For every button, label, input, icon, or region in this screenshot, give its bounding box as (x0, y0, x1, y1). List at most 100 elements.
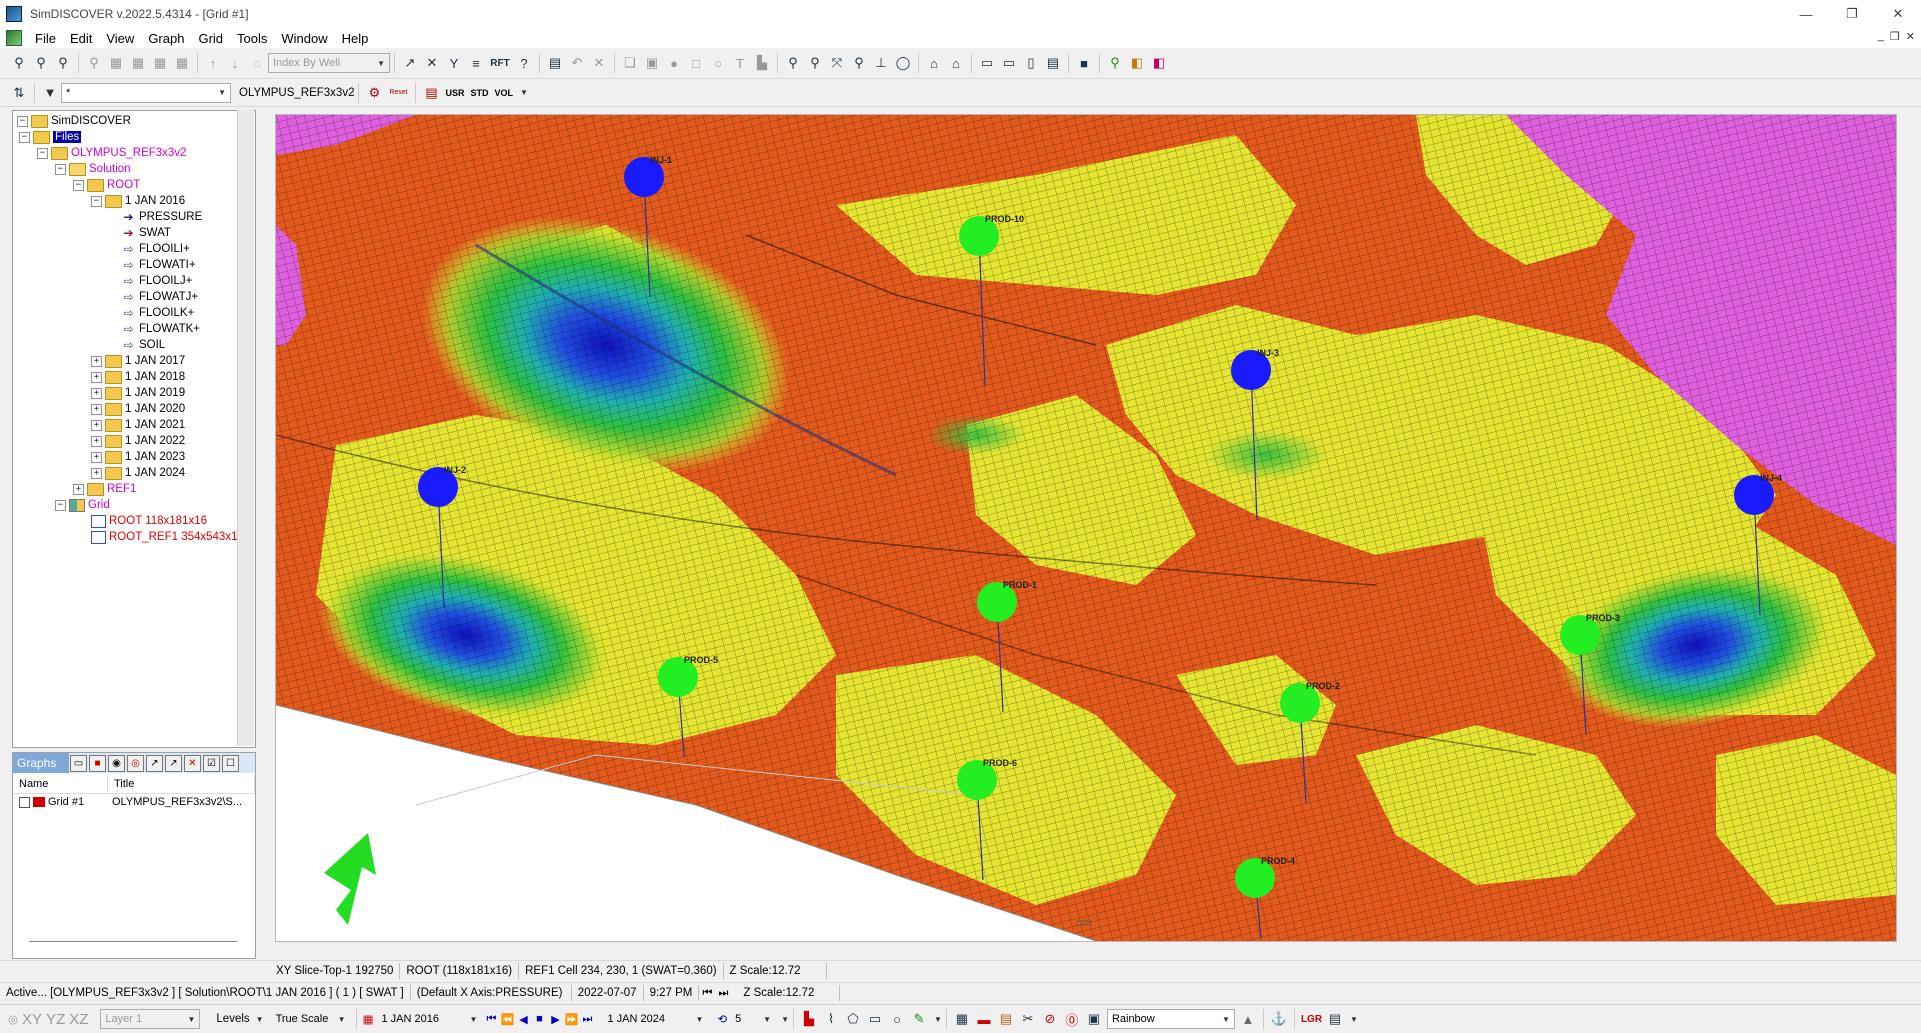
grid-icon[interactable]: ▦ (128, 53, 148, 73)
chart-help-icon[interactable]: ? (514, 53, 534, 73)
viewport-scrollbar[interactable] (1897, 114, 1909, 940)
cycle-icon[interactable]: ◌ (247, 53, 267, 73)
col-title[interactable]: Title (108, 775, 255, 793)
chart-line-icon[interactable]: ↗ (400, 53, 420, 73)
x-axis-icon[interactable]: ✕ (422, 53, 442, 73)
tree-solution[interactable]: − Solution (55, 161, 131, 177)
menu-graph[interactable]: Graph (141, 31, 191, 46)
end-date-dropdown[interactable]: 1 JAN 2024 ▼ (603, 1010, 707, 1028)
window-tile-icon[interactable]: ▭ (999, 53, 1019, 73)
start-date-dropdown[interactable]: 1 JAN 2016 ▼ (377, 1010, 481, 1028)
view-xy-button[interactable]: XY (22, 1011, 42, 1028)
hook-icon[interactable]: ⚓ (1269, 1009, 1289, 1029)
lines-icon[interactable]: ≡ (466, 53, 486, 73)
tree-ref1[interactable]: + REF1 (73, 481, 136, 497)
rft-button[interactable]: RFT (488, 53, 512, 73)
find-prev-icon[interactable]: ⚲ (53, 53, 73, 73)
minimize-button[interactable]: — (1783, 0, 1829, 28)
filter-dropdown[interactable]: * ▼ (61, 82, 231, 103)
paste-icon[interactable]: ▣ (642, 53, 662, 73)
chart-icon[interactable]: ↗ (146, 754, 163, 772)
record-icon[interactable]: ◉ (108, 754, 125, 772)
menu-file[interactable]: File (28, 31, 63, 46)
delete-icon[interactable]: ✕ (184, 754, 201, 772)
tree-grid[interactable]: − Grid (55, 497, 110, 513)
window-cascade-icon[interactable]: ▭ (977, 53, 997, 73)
tree-prop-pressure[interactable]: ➔ PRESSURE (121, 209, 202, 225)
tree-scrollbar[interactable] (237, 110, 254, 746)
rewind-icon[interactable]: ⏪ (499, 1011, 515, 1027)
tree-date-2020[interactable]: +1 JAN 2020 (91, 401, 185, 417)
zoom-fit-icon[interactable]: ⤧ (827, 53, 847, 73)
triangle-icon[interactable]: ▲ (1238, 1009, 1258, 1029)
document-icon[interactable] (6, 30, 22, 46)
circle-icon[interactable]: ○ (708, 53, 728, 73)
tree-root[interactable]: − SimDISCOVER (17, 113, 131, 129)
tree-prop-flowati[interactable]: ⇨ FLOWATI+ (121, 257, 195, 273)
axis-scale-icon[interactable]: ⊥ (871, 53, 891, 73)
menu-tools[interactable]: Tools (230, 31, 274, 46)
up-arrow-icon[interactable]: ↑ (203, 53, 223, 73)
loop-icon[interactable]: ⟲ (717, 1012, 727, 1026)
delete-icon[interactable]: ✕ (589, 53, 609, 73)
lgr-button[interactable]: LGR (1301, 1014, 1322, 1025)
window-split-icon[interactable]: ▯ (1021, 53, 1041, 73)
square-icon[interactable]: □ (686, 53, 706, 73)
tree-prop-swat[interactable]: ➔ SWAT (121, 225, 170, 241)
down-arrow-icon[interactable]: ↓ (225, 53, 245, 73)
menu-window[interactable]: Window (274, 31, 334, 46)
mdi-close-button[interactable]: ✕ (1906, 30, 1915, 43)
color-bar-icon[interactable]: ▬ (974, 1009, 994, 1029)
std-button[interactable]: STD (470, 88, 488, 98)
tree-files[interactable]: − Files (19, 129, 82, 145)
no-entry-icon[interactable]: ⊘ (1040, 1009, 1060, 1029)
play-icon[interactable]: ▶ (547, 1011, 563, 1027)
text-icon[interactable]: T (730, 53, 750, 73)
tree-date-2018[interactable]: +1 JAN 2018 (91, 369, 185, 385)
calendar-icon[interactable]: ▦ (363, 1012, 374, 1026)
menu-edit[interactable]: Edit (63, 31, 99, 46)
camera-icon[interactable]: ■ (1074, 53, 1094, 73)
search-green-icon[interactable]: ⚲ (1105, 53, 1125, 73)
table-icon[interactable]: ▤ (545, 53, 565, 73)
index-by-well-dropdown[interactable]: Index By Well ▼ (268, 53, 390, 73)
col-name[interactable]: Name (13, 775, 108, 793)
export-icon[interactable]: ▤ (1043, 53, 1063, 73)
zoom-out-icon[interactable]: ⚲ (805, 53, 825, 73)
report-icon[interactable]: ▤ (421, 83, 441, 103)
sort-icon[interactable]: ⇅ (9, 83, 29, 103)
chevron-down-icon[interactable]: ▼ (934, 1015, 942, 1024)
grid-3d-viewport[interactable]: INJ-1 INJ-2 INJ-3 INJ-4 PROD-10 PROD-1 PROD-2 P… (275, 114, 1897, 942)
view-3d-icon[interactable]: ◎ (8, 1012, 18, 1026)
tree-grid-root[interactable]: ROOT 118x181x16 (91, 513, 207, 529)
palette-dropdown[interactable]: Rainbow ▼ (1106, 1009, 1235, 1029)
tree-grid-ref1[interactable]: ROOT_REF1 354x543x16 (91, 529, 244, 545)
usr-button[interactable]: USR (445, 88, 464, 98)
scissors-icon[interactable]: ✂ (1018, 1009, 1038, 1029)
step-dropdown[interactable]: 5 ▼ (731, 1010, 775, 1028)
tree-prop-flooilj[interactable]: ⇨ FLOOILJ+ (121, 273, 192, 289)
check-all-icon[interactable]: ☑ (203, 754, 220, 772)
rectangle-icon[interactable]: ▭ (865, 1009, 885, 1029)
close-button[interactable]: ✕ (1875, 0, 1921, 28)
chart-bar-icon[interactable]: ▙ (799, 1009, 819, 1029)
home-outline-icon[interactable]: ⌂ (946, 53, 966, 73)
tree-prop-flooilk[interactable]: ⇨ FLOOILK+ (121, 305, 194, 321)
stop-icon[interactable]: ■ (531, 1011, 547, 1027)
tree-prop-soil[interactable]: ⇨ SOIL (121, 337, 165, 353)
step-forward-icon[interactable]: ⏭ (715, 985, 731, 1001)
layer-dropdown[interactable]: Layer 1 ▼ (100, 1009, 201, 1029)
menu-help[interactable]: Help (335, 31, 376, 46)
restore-button[interactable]: ❐ (1829, 0, 1875, 28)
circle-fill-icon[interactable]: ● (664, 53, 684, 73)
reset-button[interactable]: Reset (386, 83, 410, 103)
export-icon[interactable]: ▤ (1325, 1009, 1345, 1029)
polyline-icon[interactable]: ⌇ (821, 1009, 841, 1029)
layers-color-icon[interactable]: ▤ (996, 1009, 1016, 1029)
y-axis-icon[interactable]: Y (444, 53, 464, 73)
tree-date-2024[interactable]: +1 JAN 2024 (91, 465, 185, 481)
levels-button[interactable]: Levels (216, 1013, 249, 1025)
zoom-in-icon[interactable]: ⚲ (783, 53, 803, 73)
tree-date-2022[interactable]: +1 JAN 2022 (91, 433, 185, 449)
chevron-down-icon[interactable]: ▼ (1350, 1015, 1358, 1024)
